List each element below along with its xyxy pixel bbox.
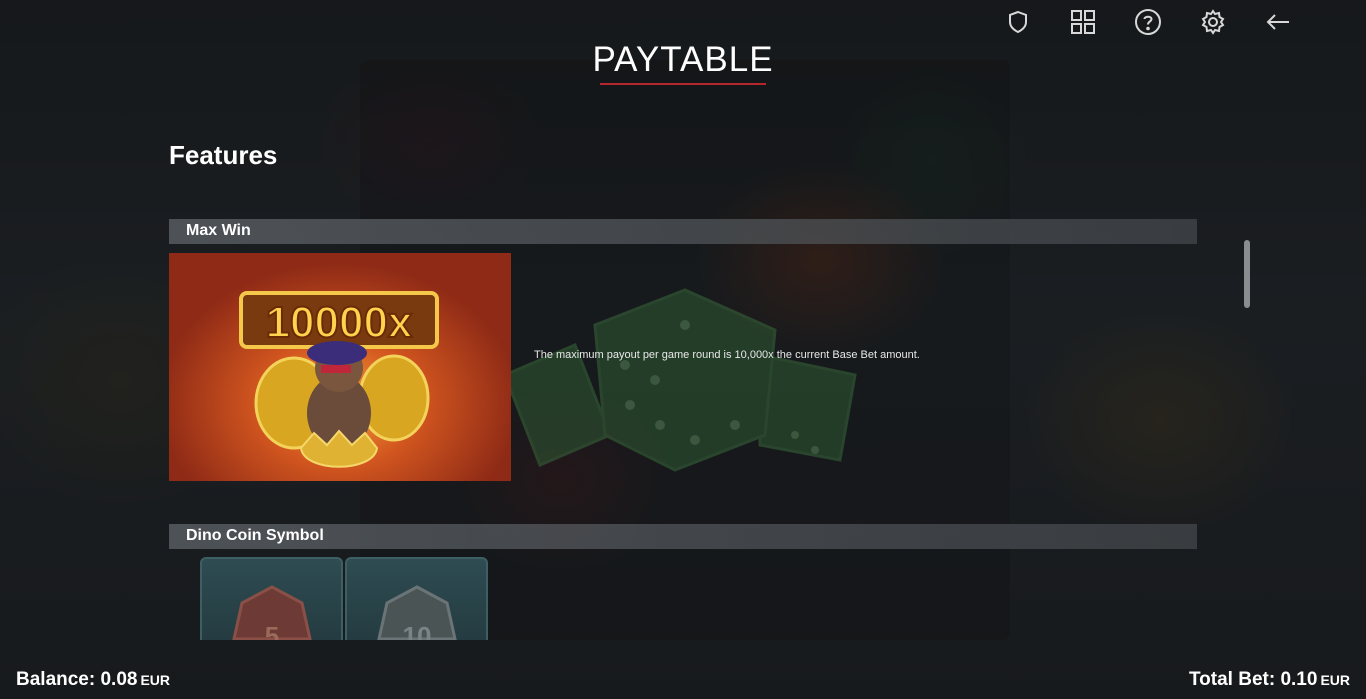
max-win-banner-text: 10000x — [266, 298, 413, 347]
back-button[interactable] — [1258, 6, 1298, 38]
balance-display: Balance: 0.08 EUR — [16, 669, 170, 691]
help-icon — [1135, 9, 1161, 35]
shield-icon — [1009, 10, 1027, 34]
feature-label: Max Win — [186, 222, 251, 239]
content-scrollbar[interactable] — [1244, 240, 1250, 308]
coin-value: 10 — [403, 621, 432, 640]
max-win-image: 10000x — [169, 253, 511, 481]
back-arrow-icon — [1266, 14, 1289, 30]
feature-label: Dino Coin Symbol — [186, 527, 324, 544]
help-button[interactable] — [1128, 6, 1168, 38]
feature-header-max-win: Max Win — [169, 219, 1197, 244]
section-heading: Features — [169, 140, 278, 170]
menu-button[interactable] — [1063, 6, 1103, 38]
max-win-description: The maximum payout per game round is 10,… — [534, 349, 920, 361]
top-toolbar — [998, 6, 1298, 38]
paytable-content: Features Max Win 10000x The maximum payo… — [169, 120, 1197, 640]
page-title: PAYTABLE — [592, 40, 774, 79]
total-bet-label: Total Bet: — [1188, 669, 1276, 690]
total-bet-currency: EUR — [1320, 672, 1350, 688]
settings-icon — [1201, 9, 1225, 35]
coin-symbol-tile: 10 — [345, 557, 488, 640]
coin-symbol-tile: 5 — [200, 557, 343, 640]
footer-bar: Balance: 0.08 EUR Total Bet: 0.10 EUR — [0, 661, 1366, 699]
shield-button[interactable] — [998, 6, 1038, 38]
total-bet-value: 0.10 — [1280, 669, 1318, 690]
coin-value: 5 — [265, 621, 279, 640]
title-underline — [600, 83, 766, 85]
balance-currency: EUR — [140, 672, 171, 688]
grid-icon — [1071, 10, 1095, 34]
dino-coin-symbols: 5 10 — [200, 557, 488, 640]
balance-value: 0.08 — [100, 669, 138, 690]
settings-button[interactable] — [1193, 6, 1233, 38]
balance-label: Balance: — [16, 669, 96, 690]
total-bet-display: Total Bet: 0.10 EUR — [1189, 669, 1350, 691]
feature-header-dino-coin: Dino Coin Symbol — [169, 524, 1197, 549]
